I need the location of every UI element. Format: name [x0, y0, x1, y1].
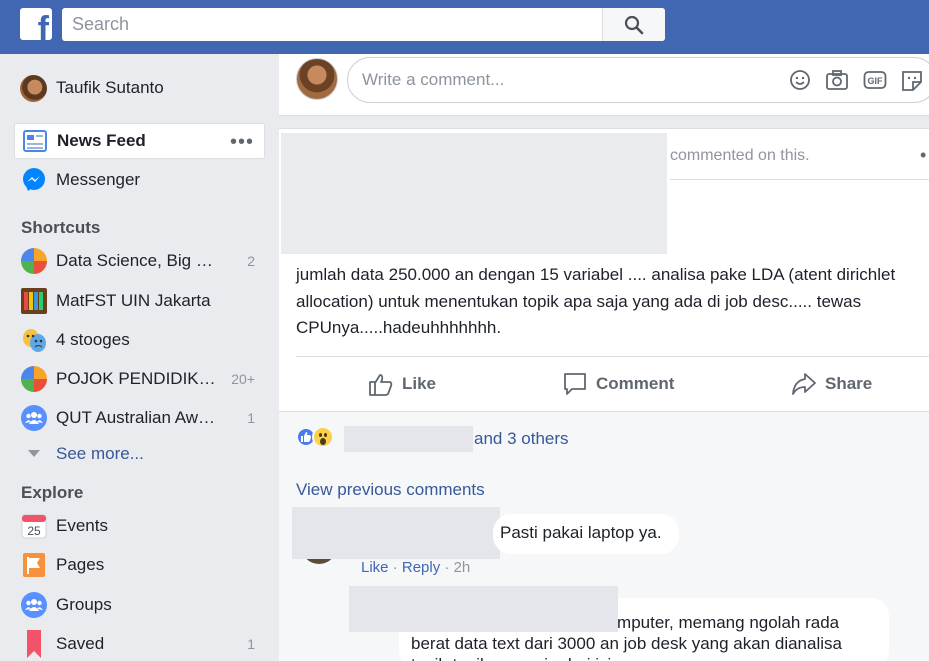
share-icon: [792, 373, 816, 395]
search-box: [62, 8, 665, 41]
groups-icon: [20, 592, 47, 619]
redacted-block: [349, 586, 618, 632]
see-more-label: See more...: [56, 444, 144, 463]
shortcut-count: 2: [247, 253, 255, 269]
divider: [670, 179, 929, 180]
sidebar-item-saved[interactable]: Saved 1: [14, 626, 265, 661]
sidebar-item-messenger[interactable]: Messenger: [14, 162, 265, 198]
comment-input[interactable]: [362, 58, 762, 102]
comment-label: Comment: [596, 374, 675, 393]
svg-text:GIF: GIF: [868, 76, 884, 86]
group-pie-icon: [20, 366, 47, 393]
messenger-icon: [20, 167, 47, 194]
shortcut-item[interactable]: QUT Australian Aw… 1: [14, 400, 265, 436]
search-input[interactable]: [62, 8, 602, 41]
svg-text:25: 25: [27, 524, 41, 538]
post-header-text: commented on this.: [670, 147, 810, 164]
sticker-icon[interactable]: [900, 68, 924, 92]
view-previous-comments-link[interactable]: View previous comments: [296, 480, 485, 500]
share-label: Share: [825, 374, 873, 393]
shortcut-label: MatFST UIN Jakarta: [56, 291, 211, 310]
profile-name: Taufik Sutanto: [56, 78, 164, 97]
reaction-summary[interactable]: [296, 426, 334, 448]
explore-heading: Explore: [21, 483, 84, 502]
share-button[interactable]: Share: [791, 366, 872, 402]
comment-reply-link[interactable]: Reply: [402, 559, 440, 576]
bookmark-icon: [20, 630, 47, 658]
redacted-block: [281, 133, 667, 254]
comment-timestamp: 2h: [453, 559, 471, 576]
theater-masks-icon: [20, 327, 47, 354]
top-navigation-bar: f: [0, 0, 929, 54]
flag-icon: [20, 552, 47, 579]
avatar: [296, 58, 338, 100]
thumbs-up-icon: [369, 374, 393, 396]
saved-label: Saved: [56, 634, 105, 653]
main-feed: GIF commented on this. • jumlah data 250…: [279, 54, 929, 661]
events-label: Events: [56, 516, 108, 535]
comment-bubble: Pasti pakai laptop ya.: [493, 514, 679, 554]
shortcut-item[interactable]: Data Science, Big … 2: [14, 243, 265, 279]
divider: [296, 356, 929, 357]
like-button[interactable]: Like: [368, 366, 436, 402]
saved-count: 1: [247, 636, 255, 652]
search-button[interactable]: [602, 8, 665, 41]
post-card: commented on this. • jumlah data 250.000…: [279, 128, 929, 661]
groups-icon: [20, 405, 47, 432]
calendar-icon: 25: [20, 513, 47, 540]
sidebar-item-news-feed[interactable]: News Feed •••: [14, 123, 265, 159]
shortcut-item[interactable]: MatFST UIN Jakarta: [14, 283, 265, 319]
comment-text: Pasti pakai laptop ya.: [500, 523, 662, 542]
comment-meta: Like · Reply · 2h: [361, 559, 471, 576]
groups-label: Groups: [56, 595, 112, 614]
messenger-label: Messenger: [56, 170, 141, 189]
comment-like-link[interactable]: Like: [361, 559, 389, 576]
shortcut-label: POJOK PENDIDIK…: [56, 369, 216, 388]
facebook-logo[interactable]: f: [20, 8, 52, 40]
like-label: Like: [402, 374, 437, 393]
camera-icon[interactable]: [825, 68, 849, 92]
group-pie-icon: [20, 248, 47, 275]
shortcut-item[interactable]: 4 stooges: [14, 322, 265, 358]
comment-box: GIF: [347, 57, 929, 103]
sidebar-item-profile[interactable]: Taufik Sutanto: [14, 70, 265, 106]
shortcut-count: 1: [247, 410, 255, 426]
more-options-icon[interactable]: •••: [230, 132, 254, 152]
left-sidebar: Taufik Sutanto News Feed ••• Messenger S…: [0, 54, 279, 661]
comment-icon: [564, 373, 586, 395]
shortcut-count: 20+: [231, 371, 255, 387]
chevron-down-icon: [20, 441, 47, 468]
comments-section: and 3 others View previous comments Past…: [279, 411, 929, 661]
redacted-block: [292, 507, 500, 559]
sidebar-item-groups[interactable]: Groups: [14, 587, 265, 623]
reaction-others-link[interactable]: and 3 others: [474, 429, 569, 449]
search-icon: [624, 15, 644, 34]
wow-reaction-icon: [312, 426, 334, 448]
see-more-link[interactable]: See more...: [14, 436, 265, 472]
comment-composer: GIF: [279, 54, 929, 116]
comment-button[interactable]: Comment: [562, 366, 674, 402]
news-feed-label: News Feed: [57, 131, 146, 150]
post-options-icon[interactable]: •: [920, 145, 926, 166]
shortcuts-heading: Shortcuts: [21, 218, 101, 237]
redacted-block: [344, 426, 473, 452]
gif-icon[interactable]: GIF: [863, 68, 887, 92]
pages-label: Pages: [56, 555, 105, 574]
shortcut-label: 4 stooges: [56, 330, 130, 349]
shortcut-label: Data Science, Big …: [56, 251, 213, 270]
post-body: jumlah data 250.000 an dengan 15 variabe…: [296, 265, 896, 337]
emoji-icon[interactable]: [788, 68, 812, 92]
bookshelf-icon: [20, 288, 47, 315]
profile-avatar: [20, 74, 47, 102]
shortcut-label: QUT Australian Aw…: [56, 408, 216, 427]
sidebar-item-pages[interactable]: Pages: [14, 547, 265, 583]
shortcut-item[interactable]: POJOK PENDIDIK… 20+: [14, 361, 265, 397]
news-feed-icon: [21, 128, 48, 155]
sidebar-item-events[interactable]: 25 Events: [14, 508, 265, 544]
